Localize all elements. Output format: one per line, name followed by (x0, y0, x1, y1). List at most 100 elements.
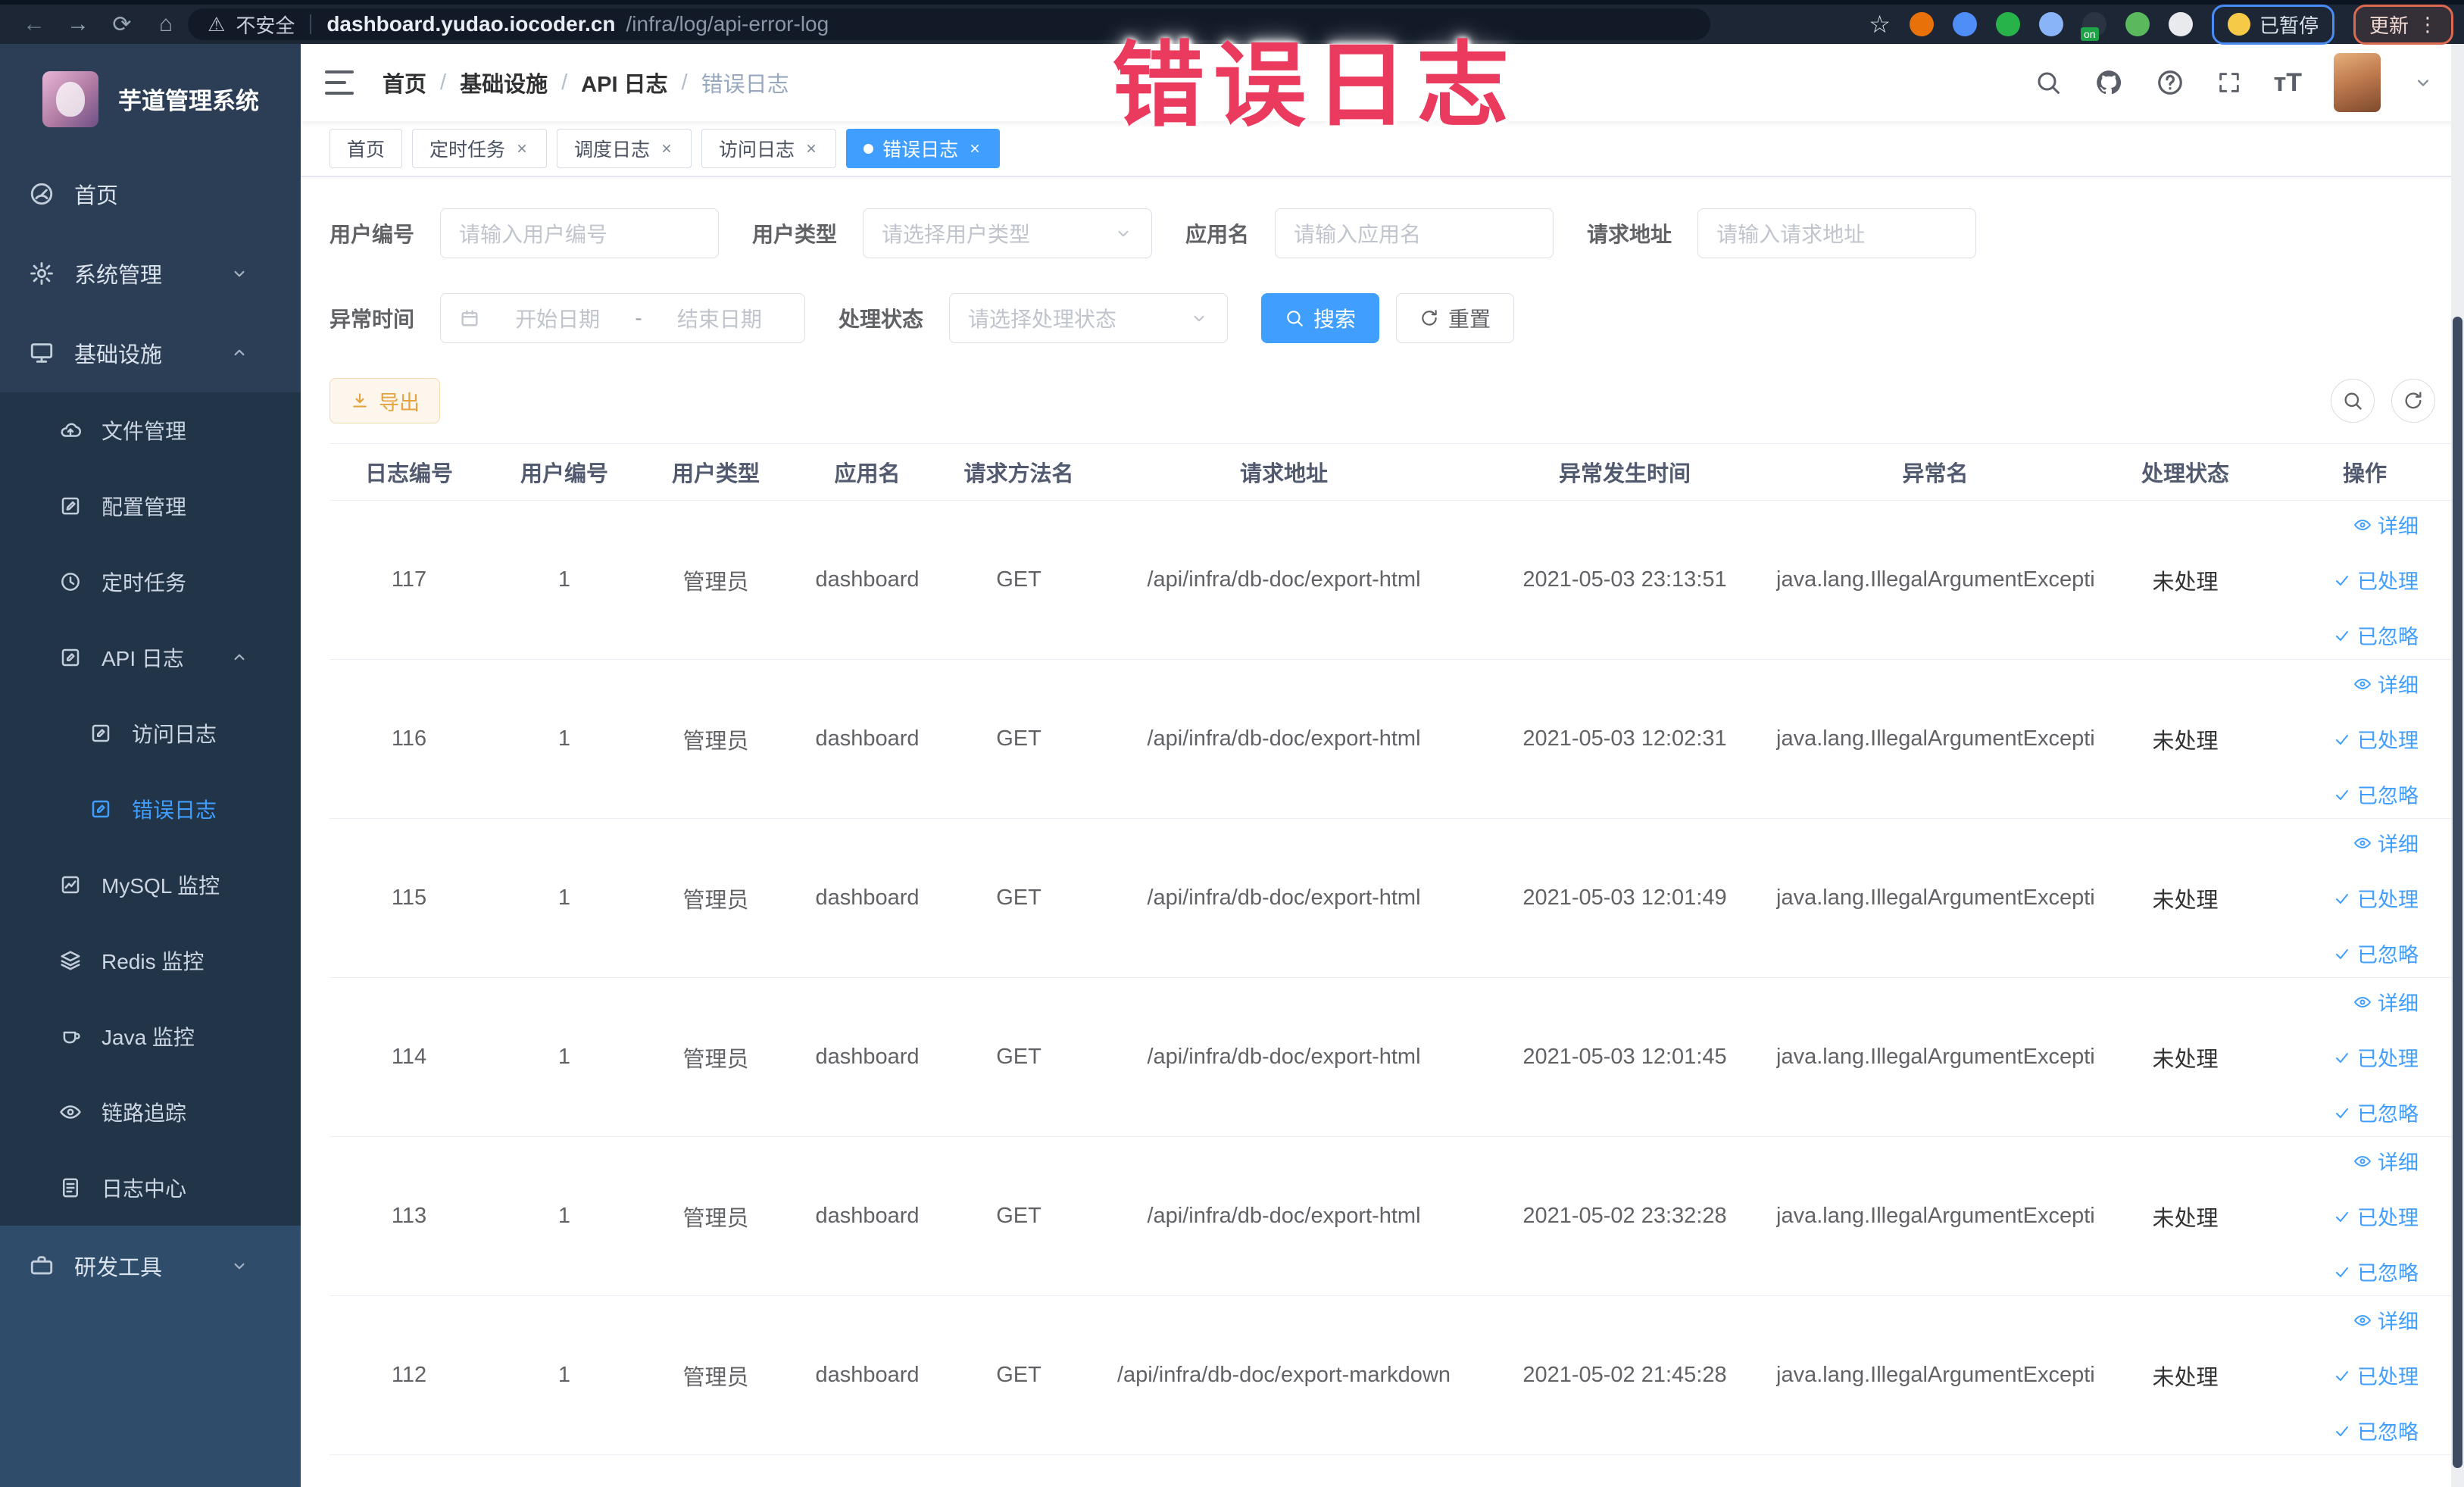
help-icon[interactable] (2156, 68, 2184, 97)
action-label: 已处理 (2357, 1048, 2419, 1070)
user-type-select[interactable]: 请选择用户类型 (863, 208, 1153, 258)
sidebar-item-MySQL-监控[interactable]: MySQL 监控 (0, 847, 301, 923)
eye-icon (2353, 675, 2372, 693)
sidebar-item-配置管理[interactable]: 配置管理 (0, 468, 301, 544)
action-已处理[interactable]: 已处理 (2333, 1042, 2419, 1072)
tab-label: 访问日志 (719, 139, 795, 161)
action-已处理[interactable]: 已处理 (2333, 1360, 2419, 1390)
sidebar-item-基础设施[interactable]: 基础设施 (0, 313, 301, 392)
avatar-caret-down-icon[interactable] (2412, 72, 2434, 93)
bookmark-star-icon[interactable]: ☆ (1869, 10, 1891, 39)
action-已处理[interactable]: 已处理 (2333, 883, 2419, 913)
tab-调度日志[interactable]: 调度日志 (557, 129, 692, 168)
toggle-search-button[interactable] (2331, 379, 2375, 423)
table-row: 114 1 管理员 dashboard GET/api/infra/db-doc/exp… (329, 978, 2453, 1137)
action-已处理[interactable]: 已处理 (2333, 724, 2419, 754)
ext-blue-shield-icon[interactable] (1952, 12, 1977, 36)
browser-home-icon[interactable]: ⌂ (144, 11, 188, 37)
sidebar-item-日志中心[interactable]: 日志中心 (0, 1150, 301, 1226)
cell-status: 未处理 (2152, 888, 2219, 913)
action-详细[interactable]: 详细 (2353, 510, 2419, 539)
sidebar-item-label: 文件管理 (101, 420, 187, 443)
sidebar-item-错误日志[interactable]: 错误日志 (0, 771, 301, 847)
tab-close-icon[interactable] (804, 141, 819, 156)
action-已忽略[interactable]: 已忽略 (2333, 1098, 2419, 1127)
tab-close-icon[interactable] (659, 141, 674, 156)
column-header: 异常发生时间 (1558, 462, 1691, 486)
action-详细[interactable]: 详细 (2353, 987, 2419, 1017)
extension-paused-badge[interactable]: 已暂停 (2211, 4, 2334, 45)
action-label: 已忽略 (2357, 626, 2419, 648)
search-icon[interactable] (2035, 69, 2062, 96)
action-详细[interactable]: 详细 (2353, 1146, 2419, 1176)
sidebar-toggle-icon[interactable] (325, 70, 355, 95)
tab-访问日志[interactable]: 访问日志 (701, 129, 837, 168)
search-button[interactable]: 搜索 (1261, 293, 1380, 343)
sidebar-item-访问日志[interactable]: 访问日志 (0, 695, 301, 771)
chevron-down-icon (230, 1256, 249, 1276)
address-bar[interactable]: ⚠ 不安全 dashboard.yudao.iocoder.cn/infra/l… (188, 8, 1710, 40)
sidebar-item-链路追踪[interactable]: 链路追踪 (0, 1074, 301, 1150)
cell-log-id: 115 (391, 886, 427, 910)
user-avatar[interactable] (2334, 53, 2381, 112)
fullscreen-icon[interactable] (2216, 70, 2242, 95)
browser-forward-icon[interactable]: → (56, 11, 100, 37)
breadcrumb-item[interactable]: 基础设施 (460, 67, 548, 98)
action-已处理[interactable]: 已处理 (2333, 1201, 2419, 1231)
action-已处理[interactable]: 已处理 (2333, 565, 2419, 595)
browser-back-icon[interactable]: ← (12, 11, 56, 37)
action-详细[interactable]: 详细 (2353, 1305, 2419, 1335)
editdoc-icon (89, 722, 112, 745)
sidebar-item-Redis-监控[interactable]: Redis 监控 (0, 923, 301, 998)
action-已忽略[interactable]: 已忽略 (2333, 1257, 2419, 1286)
sidebar-item-API-日志[interactable]: API 日志 (0, 620, 301, 695)
tab-close-icon[interactable] (514, 141, 529, 156)
sidebar-item-文件管理[interactable]: 文件管理 (0, 392, 301, 468)
action-详细[interactable]: 详细 (2353, 828, 2419, 858)
browser-reload-icon[interactable]: ⟳ (100, 11, 144, 38)
request-url-input[interactable]: 请输入请求地址 (1697, 208, 1977, 258)
ext-grid-icon[interactable] (2038, 12, 2063, 36)
action-已忽略[interactable]: 已忽略 (2333, 620, 2419, 650)
tab-close-icon[interactable] (967, 141, 982, 156)
github-icon[interactable] (2094, 67, 2124, 98)
export-button[interactable]: 导出 (329, 378, 440, 423)
action-已忽略[interactable]: 已忽略 (2333, 779, 2419, 809)
font-size-icon[interactable]: тT (2274, 68, 2302, 98)
breadcrumb-item[interactable]: 首页 (383, 67, 426, 98)
tab-错误日志[interactable]: 错误日志 (846, 129, 1001, 168)
main-area: 首页 / 基础设施 / API 日志 / 错误日志 тT 首页 定时任务 调度日志 访问日志 错误日… (301, 44, 2464, 1487)
row-actions: 详细已处理已忽略 (2276, 501, 2453, 659)
sidebar-item-Java-监控[interactable]: Java 监控 (0, 998, 301, 1074)
ext-green-circle-icon[interactable] (1995, 12, 2020, 36)
action-已忽略[interactable]: 已忽略 (2333, 939, 2419, 968)
tab-首页[interactable]: 首页 (329, 129, 403, 168)
check-icon (2333, 1367, 2351, 1385)
refresh-table-button[interactable] (2391, 379, 2435, 423)
date-range-picker[interactable]: 开始日期 - 结束日期 (440, 293, 806, 343)
sidebar-item-研发工具[interactable]: 研发工具 (0, 1226, 301, 1305)
table-row: 113 1 管理员 dashboard GET/api/infra/db-doc/exp… (329, 1137, 2453, 1296)
action-label: 详细 (2378, 833, 2419, 856)
ext-orange-circle-icon[interactable] (1909, 12, 1934, 36)
reset-button[interactable]: 重置 (1396, 293, 1515, 343)
browser-update-button[interactable]: 更新 ⋮ (2353, 4, 2453, 45)
ext-white-star-icon[interactable] (2168, 12, 2193, 36)
scrollbar-thumb[interactable] (2453, 317, 2462, 1468)
sidebar-item-系统管理[interactable]: 系统管理 (0, 233, 301, 313)
breadcrumb-item[interactable]: API 日志 (581, 67, 667, 98)
sidebar-item-定时任务[interactable]: 定时任务 (0, 544, 301, 620)
browser-menu-icon[interactable]: ⋮ (2418, 13, 2437, 36)
tab-定时任务[interactable]: 定时任务 (412, 129, 548, 168)
process-status-select[interactable]: 请选择处理状态 (949, 293, 1229, 343)
action-详细[interactable]: 详细 (2353, 669, 2419, 698)
eye-icon (2353, 1311, 2372, 1329)
app-name-input[interactable]: 请输入应用名 (1275, 208, 1554, 258)
ext-dark-on-icon[interactable]: on (2080, 12, 2106, 41)
filter-label: 处理状态 (839, 308, 924, 331)
action-已忽略[interactable]: 已忽略 (2333, 1416, 2419, 1445)
sidebar-item-首页[interactable]: 首页 (0, 154, 301, 233)
user-id-input[interactable]: 请输入用户编号 (440, 208, 720, 258)
ext-plant-icon[interactable] (2125, 12, 2150, 36)
app-logo-row[interactable]: 芋道管理系统 (0, 44, 301, 154)
